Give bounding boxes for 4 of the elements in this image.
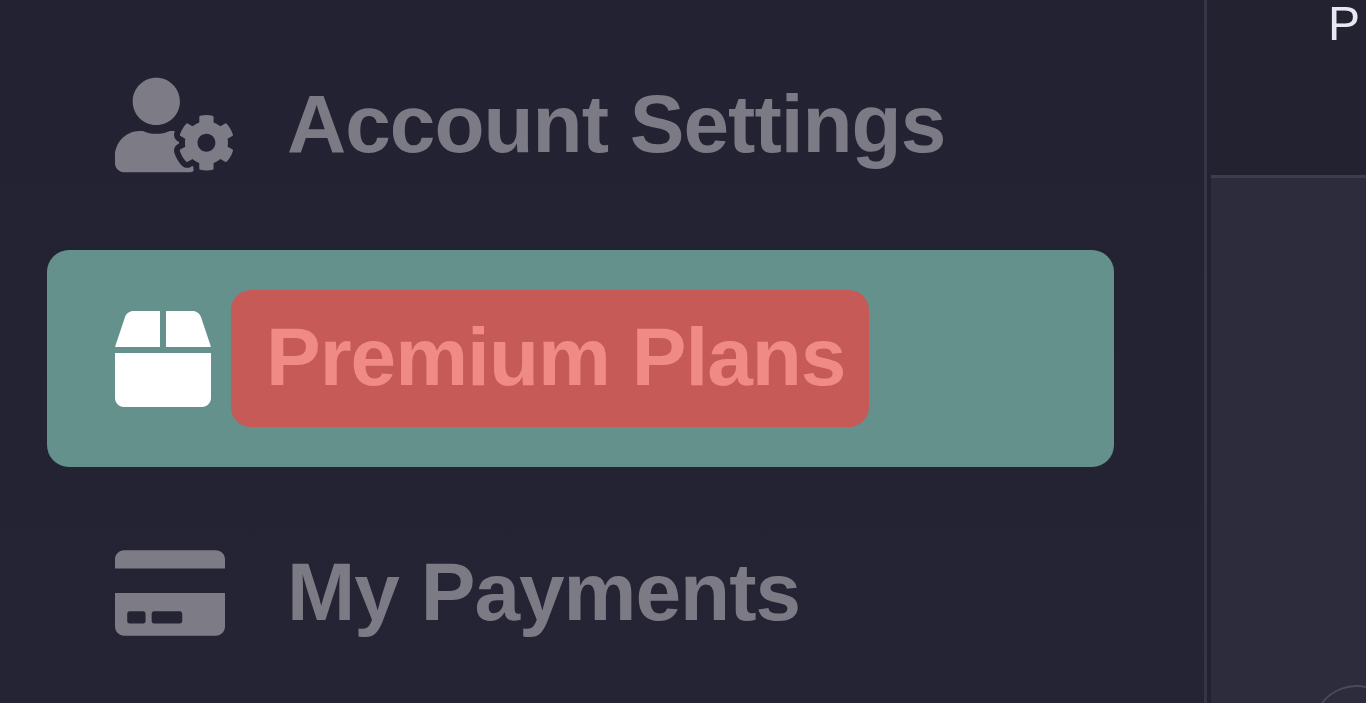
page-title: P [1328, 0, 1360, 48]
sidebar-item[interactable]: Account Settings [47, 16, 1114, 233]
sidebar-item[interactable]: My Payments [47, 484, 1114, 701]
box-icon [115, 310, 211, 407]
